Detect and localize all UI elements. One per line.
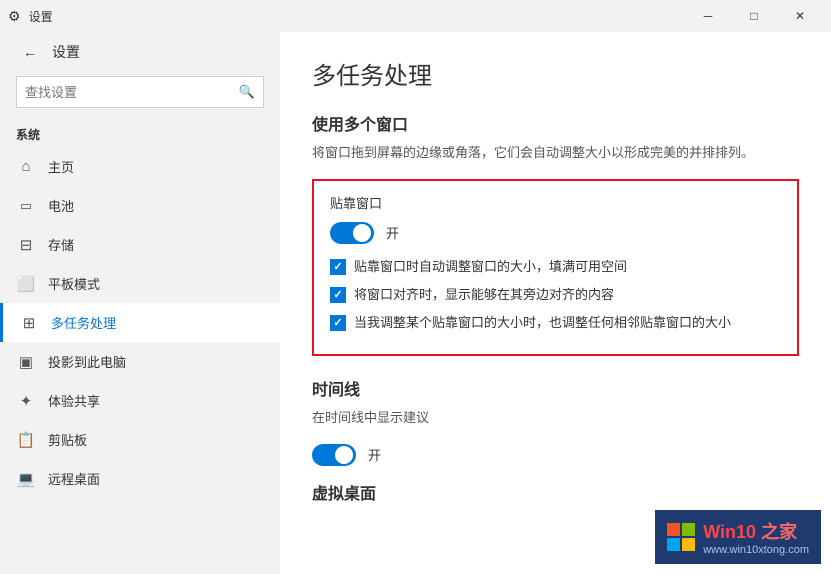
timeline-toggle[interactable] — [312, 444, 356, 466]
timeline-toggle-label: 开 — [368, 445, 381, 464]
back-button[interactable]: ← — [16, 38, 44, 66]
sidebar-item-label: 电池 — [48, 196, 74, 215]
sidebar-item-share[interactable]: ✦ 体验共享 — [0, 381, 280, 420]
sidebar-item-label: 主页 — [48, 157, 74, 176]
sidebar-item-label: 体验共享 — [48, 391, 100, 410]
virtual-desktop-section: 虚拟桌面 — [312, 480, 799, 504]
checkmark-icon: ✓ — [333, 260, 342, 273]
home-icon: ⌂ — [16, 158, 36, 175]
tablet-icon: ⬜ — [16, 275, 36, 293]
snap-checkbox-2-row: ✓ 将窗口对齐时，显示能够在其旁边对齐的内容 — [330, 286, 781, 304]
sidebar-item-label: 远程桌面 — [48, 469, 100, 488]
watermark-suffix: 之家 — [761, 522, 797, 542]
sidebar-item-label: 平板模式 — [48, 274, 100, 293]
snap-box-title: 贴靠窗口 — [330, 193, 781, 212]
share-icon: ✦ — [16, 392, 36, 410]
timeline-sub-label: 在时间线中显示建议 — [312, 408, 799, 428]
titlebar: ⚙ 设置 ─ □ ✕ — [0, 0, 831, 32]
sidebar-item-project[interactable]: ▣ 投影到此电脑 — [0, 342, 280, 381]
watermark-text-block: Win10 之家 www.win10xtong.com — [703, 518, 809, 556]
sidebar-nav-top: ← 设置 — [0, 32, 280, 72]
sidebar: ← 设置 🔍 系统 ⌂ 主页 ▭ 电池 ⊟ 存储 ⬜ 平板模式 ⊞ 多任务处理 — [0, 32, 280, 574]
clipboard-icon: 📋 — [16, 431, 36, 449]
multitasking-icon: ⊞ — [19, 314, 39, 332]
sidebar-item-battery[interactable]: ▭ 电池 — [0, 186, 280, 225]
sidebar-item-clipboard[interactable]: 📋 剪贴板 — [0, 420, 280, 459]
snap-checkbox-1[interactable]: ✓ — [330, 259, 346, 275]
toggle-knob — [353, 224, 371, 242]
titlebar-controls: ─ □ ✕ — [685, 0, 823, 32]
snap-toggle-label: 开 — [386, 223, 399, 242]
battery-icon: ▭ — [16, 198, 36, 214]
storage-icon: ⊟ — [16, 236, 36, 254]
sidebar-item-tablet[interactable]: ⬜ 平板模式 — [0, 264, 280, 303]
snap-checkbox-2[interactable]: ✓ — [330, 287, 346, 303]
sidebar-item-multitasking[interactable]: ⊞ 多任务处理 — [0, 303, 280, 342]
snap-checkbox-3-label: 当我调整某个贴靠窗口的大小时，也调整任何相邻贴靠窗口的大小 — [354, 314, 731, 332]
snap-toggle-row: 开 — [330, 222, 781, 244]
snap-checkbox-1-label: 贴靠窗口时自动调整窗口的大小，填满可用空间 — [354, 258, 627, 276]
windows-section-title: 使用多个窗口 — [312, 111, 799, 135]
search-input[interactable] — [25, 85, 239, 100]
sidebar-item-home[interactable]: ⌂ 主页 — [0, 147, 280, 186]
snap-settings-box: 贴靠窗口 开 ✓ 贴靠窗口时自动调整窗口的大小，填满可用空间 ✓ 将窗口对齐时，… — [312, 179, 799, 357]
minimize-button[interactable]: ─ — [685, 0, 731, 32]
snap-checkbox-2-label: 将窗口对齐时，显示能够在其旁边对齐的内容 — [354, 286, 614, 304]
search-box[interactable]: 🔍 — [16, 76, 264, 108]
project-icon: ▣ — [16, 353, 36, 371]
toggle-knob — [335, 446, 353, 464]
checkmark-icon: ✓ — [333, 288, 342, 301]
maximize-button[interactable]: □ — [731, 0, 777, 32]
windows-section-desc: 将窗口拖到屏幕的边缘或角落，它们会自动调整大小以形成完美的并排排列。 — [312, 143, 799, 163]
watermark-win10: Win10 — [703, 522, 761, 542]
snap-checkbox-3-row: ✓ 当我调整某个贴靠窗口的大小时，也调整任何相邻贴靠窗口的大小 — [330, 314, 781, 332]
windows-logo-icon — [667, 523, 695, 551]
sidebar-item-remote[interactable]: 💻 远程桌面 — [0, 459, 280, 498]
watermark: Win10 之家 www.win10xtong.com — [655, 510, 821, 564]
timeline-toggle-row: 开 — [312, 444, 799, 466]
checkmark-icon: ✓ — [333, 316, 342, 329]
sidebar-item-label: 投影到此电脑 — [48, 352, 126, 371]
snap-checkbox-3[interactable]: ✓ — [330, 315, 346, 331]
watermark-brand: Win10 之家 — [703, 518, 809, 544]
settings-icon: ⚙ — [8, 8, 21, 25]
main-content: 多任务处理 使用多个窗口 将窗口拖到屏幕的边缘或角落，它们会自动调整大小以形成完… — [280, 32, 831, 574]
sidebar-item-label: 存储 — [48, 235, 74, 254]
app-body: ← 设置 🔍 系统 ⌂ 主页 ▭ 电池 ⊟ 存储 ⬜ 平板模式 ⊞ 多任务处理 — [0, 32, 831, 574]
page-title: 多任务处理 — [312, 56, 799, 91]
snap-checkbox-1-row: ✓ 贴靠窗口时自动调整窗口的大小，填满可用空间 — [330, 258, 781, 276]
timeline-title: 时间线 — [312, 376, 799, 400]
sidebar-title: 设置 — [52, 42, 80, 62]
timeline-section: 时间线 在时间线中显示建议 开 — [312, 376, 799, 466]
close-button[interactable]: ✕ — [777, 0, 823, 32]
search-icon: 🔍 — [239, 84, 255, 100]
sidebar-item-storage[interactable]: ⊟ 存储 — [0, 225, 280, 264]
sidebar-item-label: 剪贴板 — [48, 430, 87, 449]
remote-icon: 💻 — [16, 470, 36, 488]
virtual-desktop-title: 虚拟桌面 — [312, 480, 799, 504]
system-section-label: 系统 — [0, 120, 280, 147]
watermark-url: www.win10xtong.com — [703, 544, 809, 556]
snap-toggle[interactable] — [330, 222, 374, 244]
titlebar-title: 设置 — [29, 8, 53, 25]
sidebar-item-label: 多任务处理 — [51, 313, 116, 332]
